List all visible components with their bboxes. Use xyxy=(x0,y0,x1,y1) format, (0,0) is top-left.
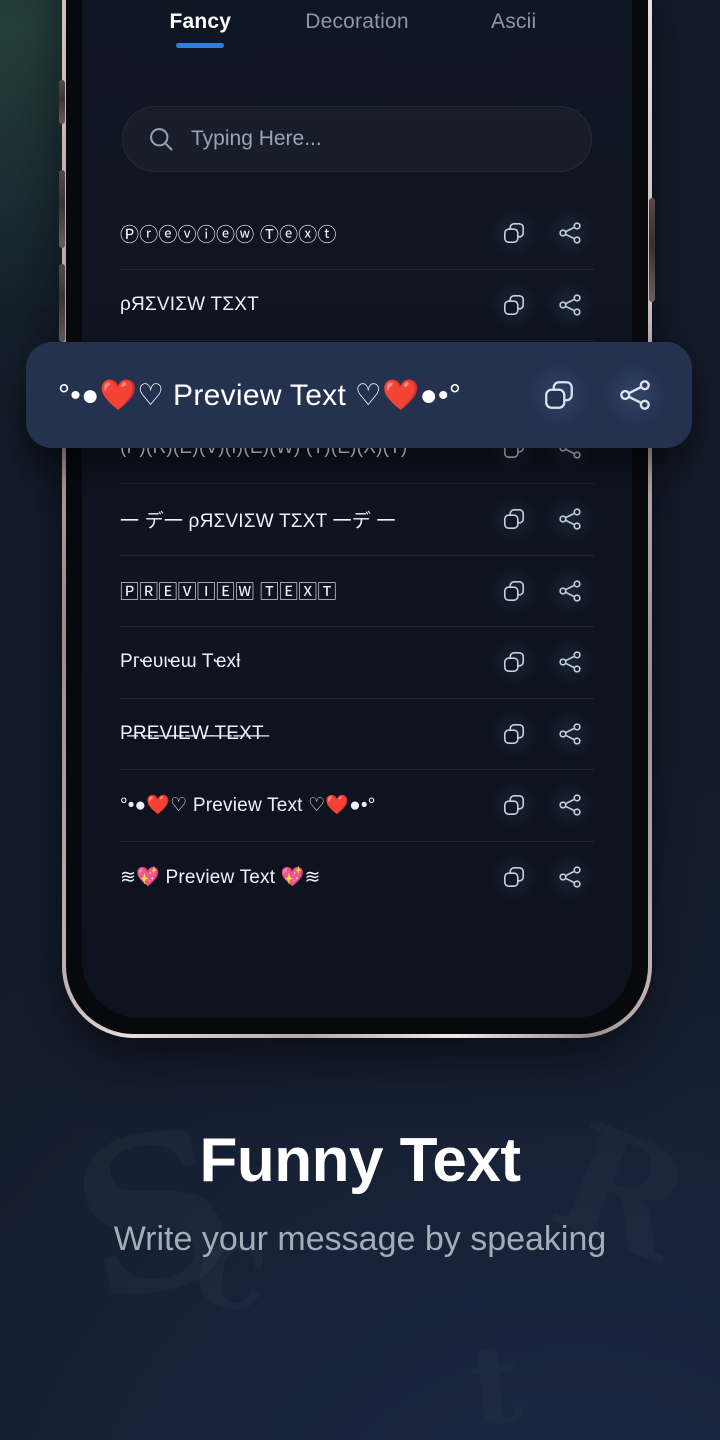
styled-text-list[interactable]: Ⓟⓡⓔⓥⓘⓔⓦ Ⓣⓔⓧⓣ ρЯΣVIΣW TΣXT 一 デ一 ρЯΣVIΣW T… xyxy=(82,198,632,1018)
phone-bezel: Fancy Decoration Ascii Typing Here... Ⓟⓡ… xyxy=(66,0,648,1034)
tab-decoration[interactable]: Decoration xyxy=(279,4,436,34)
share-icon[interactable] xyxy=(546,709,594,758)
search-icon xyxy=(147,125,175,153)
highlighted-row-actions xyxy=(528,364,666,426)
row-actions xyxy=(490,566,594,615)
app-screen: Fancy Decoration Ascii Typing Here... Ⓟⓡ… xyxy=(82,0,632,1018)
copy-icon[interactable] xyxy=(490,781,538,830)
background-watermark-letter: t xyxy=(464,1328,526,1440)
phone-screen: Fancy Decoration Ascii Typing Here... Ⓟⓡ… xyxy=(82,0,632,1018)
share-icon[interactable] xyxy=(546,781,594,830)
row-actions xyxy=(490,853,594,902)
row-actions xyxy=(490,781,594,830)
styled-text: 🄿🅁🄴🅅🄸🄴🅆 🅃🄴🅇🅃 xyxy=(120,582,337,604)
phone-volume-up-button[interactable] xyxy=(59,170,65,248)
tab-ascii-label: Ascii xyxy=(491,10,537,33)
list-item[interactable]: °•●❤️♡ Preview Text ♡❤️●•° xyxy=(120,770,594,842)
styled-text: ρЯΣVIΣW TΣXT xyxy=(120,293,259,315)
share-icon[interactable] xyxy=(546,280,594,329)
list-item[interactable]: 一 デ一 ρЯΣVIΣW TΣXT 一デ 一 xyxy=(120,484,594,556)
styled-text: °•●❤️♡ Preview Text ♡❤️●•° xyxy=(120,795,376,817)
copy-icon[interactable] xyxy=(490,853,538,902)
row-actions xyxy=(490,495,594,544)
list-item[interactable]: ≋💖 Preview Text 💖≋ xyxy=(120,842,594,914)
styled-text: Ⓟⓡⓔⓥⓘⓔⓦ Ⓣⓔⓧⓣ xyxy=(120,224,337,246)
promo-section: Funny Text Write your message by speakin… xyxy=(0,1128,720,1263)
copy-icon[interactable] xyxy=(490,638,538,687)
copy-icon[interactable] xyxy=(490,709,538,758)
highlighted-row-card[interactable]: °•●❤️♡ Preview Text ♡❤️●•° xyxy=(26,342,692,448)
phone-mute-button[interactable] xyxy=(59,80,65,124)
promo-headline: Funny Text xyxy=(199,1126,521,1195)
share-icon[interactable] xyxy=(546,853,594,902)
styled-text: Pᴦҽυιҽɯ Tҽxƚ xyxy=(120,651,241,673)
phone-volume-down-button[interactable] xyxy=(59,264,65,342)
share-icon[interactable] xyxy=(604,364,666,426)
copy-icon[interactable] xyxy=(490,209,538,258)
phone-frame: Fancy Decoration Ascii Typing Here... Ⓟⓡ… xyxy=(59,0,655,1038)
phone-power-button[interactable] xyxy=(649,198,655,302)
list-item[interactable]: P̶R̶E̶V̶I̶E̶W̶ ̶T̶E̶X̶T̶ xyxy=(120,699,594,770)
search-placeholder: Typing Here... xyxy=(191,127,322,150)
tab-ascii[interactable]: Ascii xyxy=(435,4,592,34)
styled-text: P̶R̶E̶V̶I̶E̶W̶ ̶T̶E̶X̶T̶ xyxy=(120,722,264,744)
search-input[interactable]: Typing Here... xyxy=(122,106,592,172)
tab-fancy-label: Fancy xyxy=(169,10,232,33)
list-item[interactable]: 🄿🅁🄴🅅🄸🄴🅆 🅃🄴🅇🅃 xyxy=(120,556,594,627)
copy-icon[interactable] xyxy=(490,495,538,544)
tab-decoration-label: Decoration xyxy=(305,10,409,33)
copy-icon[interactable] xyxy=(490,566,538,615)
list-item[interactable]: ρЯΣVIΣW TΣXT xyxy=(120,270,594,341)
styled-text: ≋💖 Preview Text 💖≋ xyxy=(120,867,321,889)
styled-text: 一 デ一 ρЯΣVIΣW TΣXT 一デ 一 xyxy=(120,510,396,532)
share-icon[interactable] xyxy=(546,638,594,687)
list-item[interactable]: Ⓟⓡⓔⓥⓘⓔⓦ Ⓣⓔⓧⓣ xyxy=(120,198,594,270)
tab-active-indicator xyxy=(176,43,225,48)
copy-icon[interactable] xyxy=(528,364,590,426)
search-section: Typing Here... xyxy=(82,106,632,172)
row-actions xyxy=(490,709,594,758)
tab-fancy[interactable]: Fancy xyxy=(122,4,279,48)
row-actions xyxy=(490,638,594,687)
promo-subtitle: Write your message by speaking xyxy=(113,1220,607,1259)
phone-mockup: Fancy Decoration Ascii Typing Here... Ⓟⓡ… xyxy=(59,0,655,1038)
highlighted-styled-text: °•●❤️♡ Preview Text ♡❤️●•° xyxy=(58,378,462,412)
share-icon[interactable] xyxy=(546,495,594,544)
copy-icon[interactable] xyxy=(490,280,538,329)
row-actions xyxy=(490,280,594,329)
tab-bar: Fancy Decoration Ascii xyxy=(82,4,632,66)
share-icon[interactable] xyxy=(546,209,594,258)
row-actions xyxy=(490,209,594,258)
list-item[interactable]: Pᴦҽυιҽɯ Tҽxƚ xyxy=(120,627,594,699)
share-icon[interactable] xyxy=(546,566,594,615)
